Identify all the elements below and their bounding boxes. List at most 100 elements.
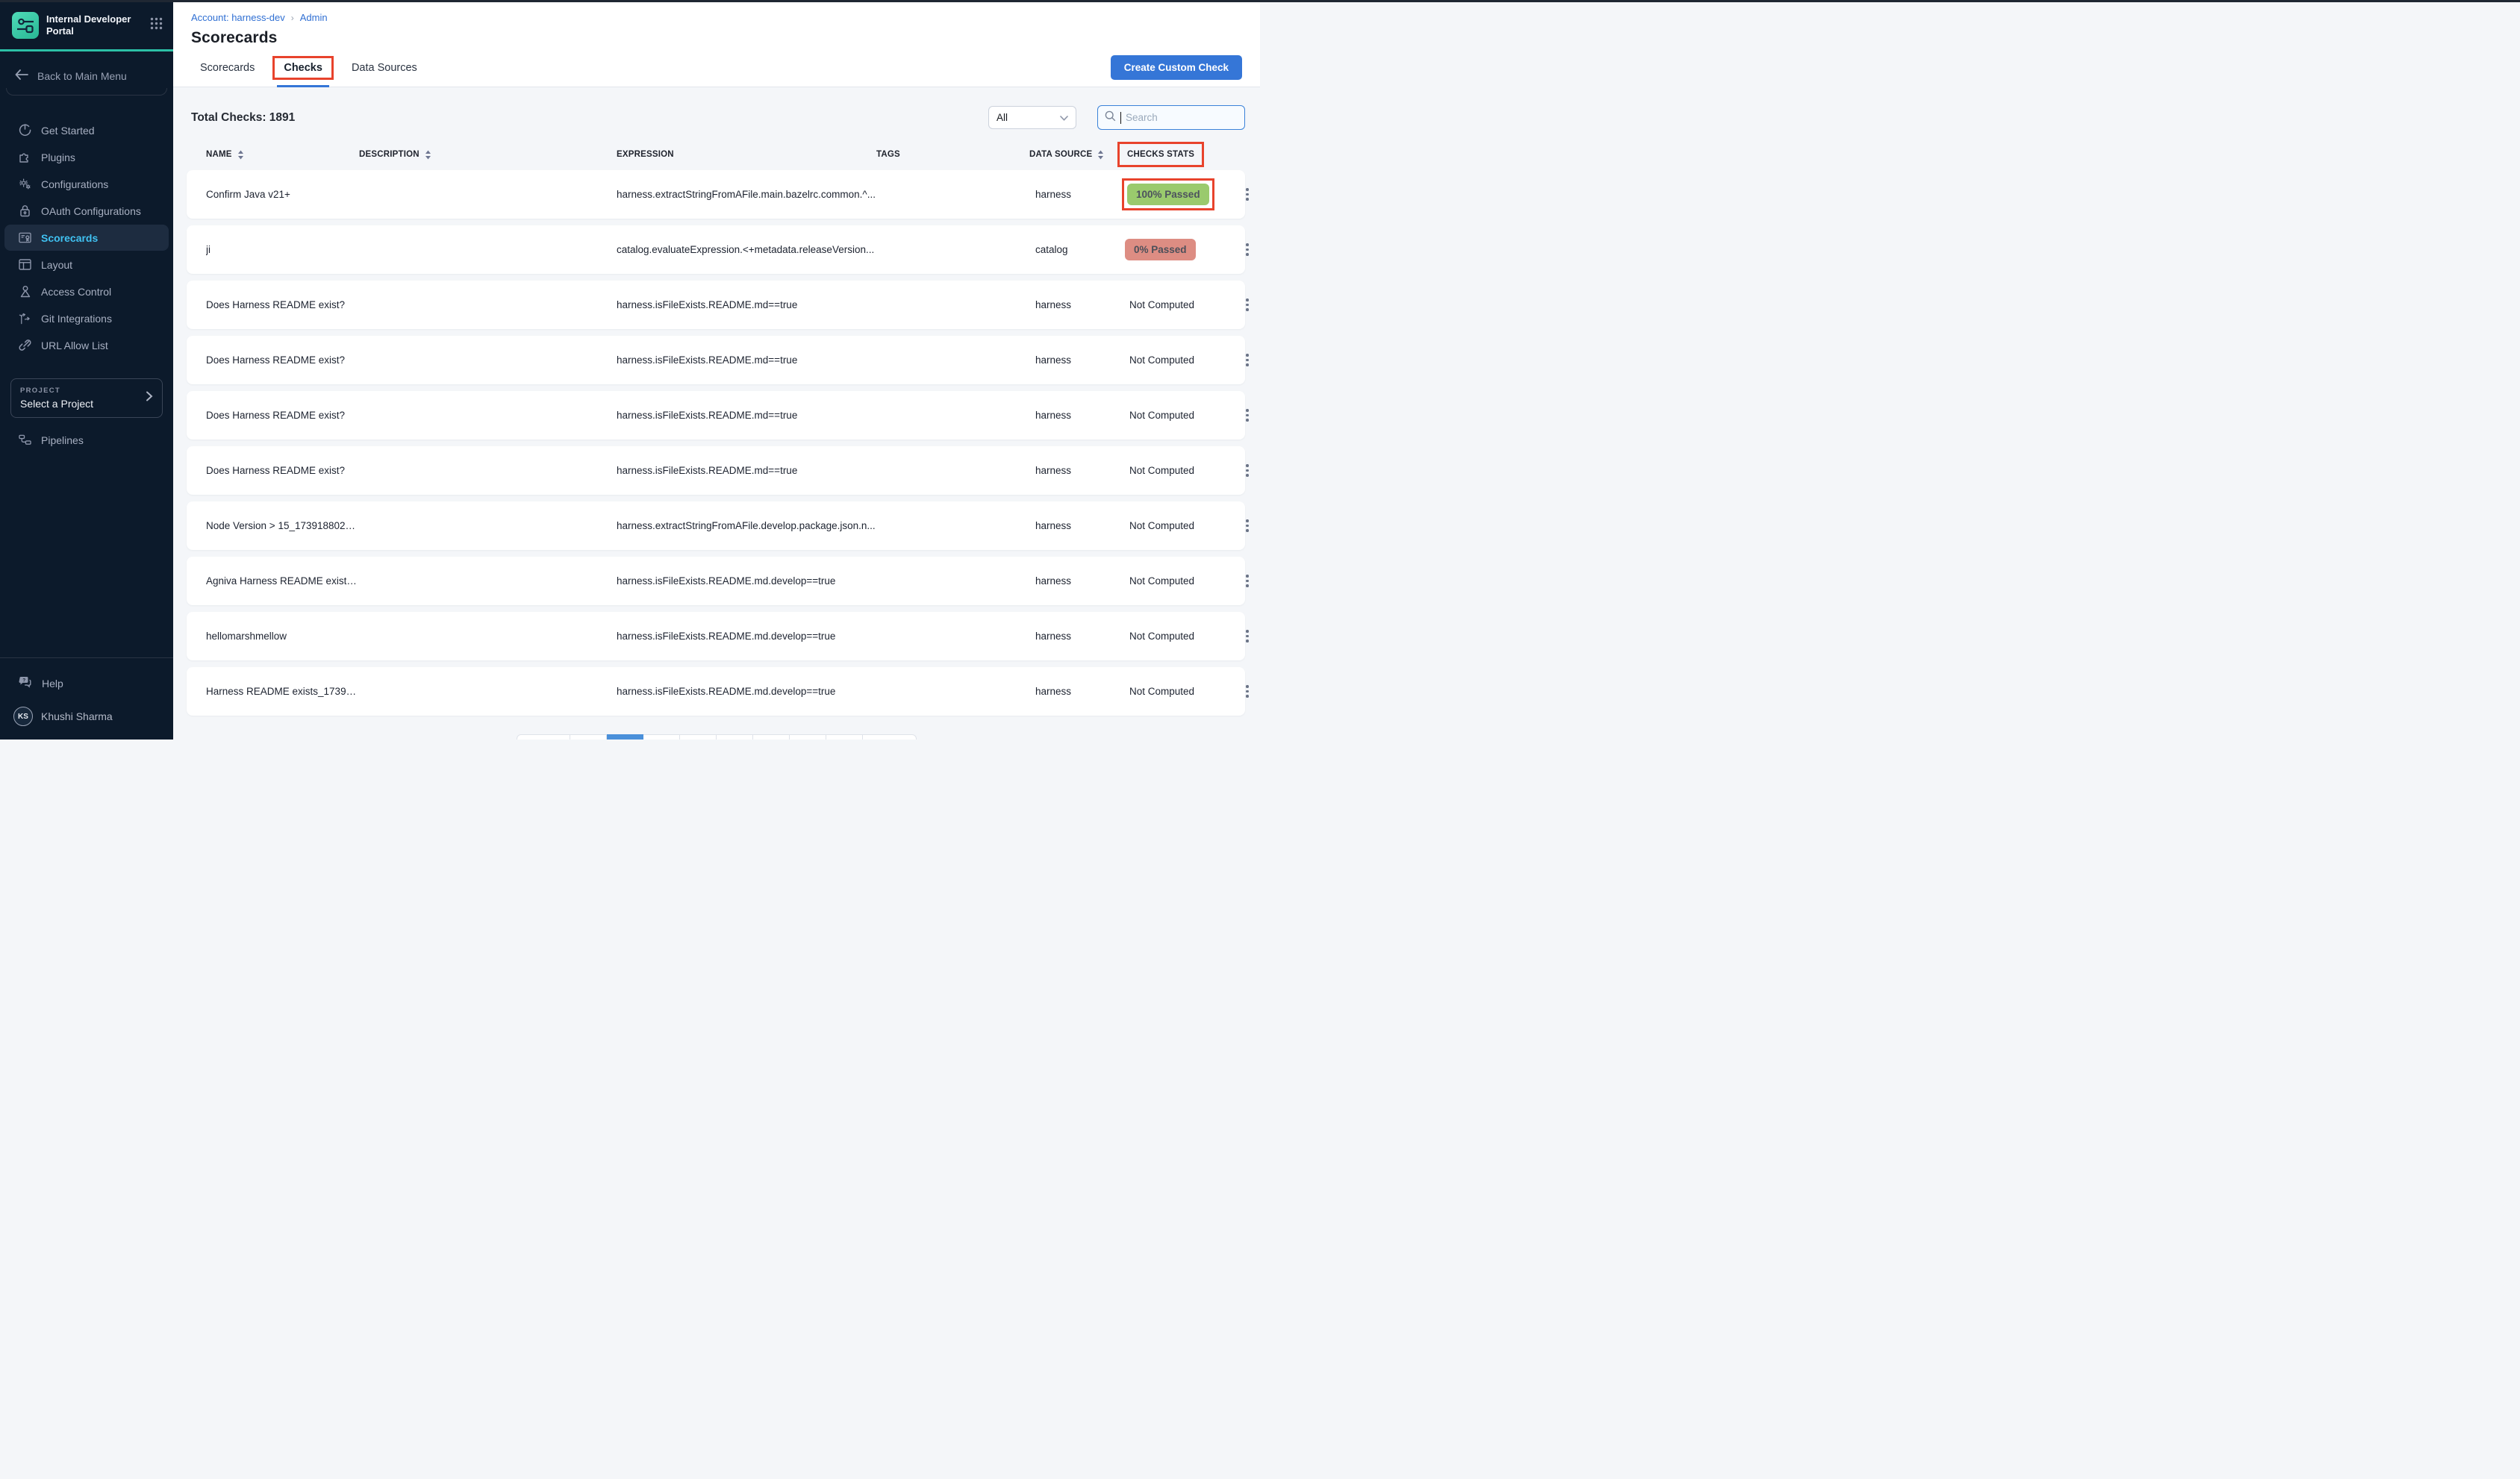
- kebab-menu-icon[interactable]: [1238, 239, 1256, 261]
- layout-icon: [19, 258, 31, 271]
- table-row[interactable]: hellomarshmellowharness.isFileExists.REA…: [187, 612, 1245, 660]
- cell-actions: [1238, 570, 1260, 592]
- cell-actions: [1238, 404, 1260, 427]
- user-menu[interactable]: KS Khushi Sharma: [0, 698, 173, 740]
- column-header-name: NAME: [206, 150, 359, 160]
- table-row[interactable]: Does Harness README exist?harness.isFile…: [187, 281, 1245, 329]
- main-area: Account: harness-dev › Admin Scorecards Sc…: [173, 0, 1260, 740]
- cell-expression: harness.isFileExists.README.md.develop==…: [617, 686, 876, 697]
- cell-data-source: harness: [1029, 686, 1125, 697]
- sidebar-item-access-control[interactable]: Access Control: [4, 278, 169, 304]
- page-button[interactable]: 8: [826, 734, 863, 740]
- help-chat-icon: ?: [19, 676, 32, 690]
- cell-name: Does Harness README exist?: [206, 354, 359, 366]
- page-button[interactable]: 1: [570, 734, 607, 740]
- sort-icon[interactable]: [425, 150, 431, 160]
- kebab-menu-icon[interactable]: [1238, 460, 1256, 482]
- idp-logo: [12, 12, 39, 39]
- cell-name: Agniva Harness README exists...: [206, 575, 359, 587]
- table-row[interactable]: Does Harness README exist?harness.isFile…: [187, 391, 1245, 440]
- sidebar-item-label: OAuth Configurations: [41, 205, 141, 217]
- page-button[interactable]: 3: [643, 734, 680, 740]
- cell-expression: catalog.evaluateExpression.<+metadata.re…: [617, 244, 876, 255]
- breadcrumb: Account: harness-dev › Admin: [191, 12, 1242, 23]
- app-switcher-icon[interactable]: [150, 17, 163, 34]
- page-button[interactable]: Next: [863, 734, 917, 740]
- kebab-menu-icon[interactable]: [1238, 570, 1256, 592]
- pipelines-icon: [19, 434, 31, 446]
- filter-dropdown[interactable]: All: [988, 106, 1076, 129]
- kebab-menu-icon[interactable]: [1238, 184, 1256, 206]
- table-row[interactable]: Agniva Harness README exists... harness.i…: [187, 557, 1245, 605]
- breadcrumb-link[interactable]: Account: harness-dev: [191, 12, 285, 23]
- window-top-edge: [0, 0, 2520, 2]
- column-header-checks-stats: CHECKS STATS: [1125, 148, 1238, 161]
- page-button[interactable]: 2: [607, 734, 643, 740]
- sidebar-item-get-started[interactable]: Get Started: [4, 117, 169, 143]
- kebab-menu-icon[interactable]: [1238, 349, 1256, 372]
- tab-data-sources[interactable]: Data Sources: [343, 49, 426, 87]
- sort-icon[interactable]: [1097, 150, 1104, 160]
- back-to-main-menu[interactable]: Back to Main Menu: [0, 51, 173, 88]
- table-row[interactable]: Node Version > 15_1739188021...harness.e…: [187, 501, 1245, 550]
- sidebar-item-label: Layout: [41, 259, 72, 271]
- table-row[interactable]: Harness README exists_173917...harness.i…: [187, 667, 1245, 716]
- kebab-menu-icon[interactable]: [1238, 681, 1256, 703]
- sidebar-item-configurations[interactable]: Configurations: [4, 171, 169, 197]
- cell-checks-stats: Not Computed: [1125, 465, 1238, 476]
- table-row[interactable]: Does Harness README exist?harness.isFile…: [187, 446, 1245, 495]
- sidebar-nav: Get StartedPlugins Configurations OAuth Co…: [0, 103, 173, 359]
- table-header-row: NAMEDESCRIPTIONEXPRESSIONTAGSDATA SOURCE…: [187, 140, 1245, 170]
- cell-name: Does Harness README exist?: [206, 299, 359, 310]
- table-row[interactable]: jicatalog.evaluateExpression.<+metadata.…: [187, 225, 1245, 274]
- breadcrumb-link[interactable]: Admin: [300, 12, 328, 23]
- tab-checks[interactable]: Checks: [269, 49, 337, 87]
- sidebar-item-label: Configurations: [41, 178, 108, 190]
- arrow-left-icon: [15, 69, 28, 82]
- sidebar-item-oauth-configurations[interactable]: OAuth Configurations: [4, 198, 169, 224]
- table-row[interactable]: Confirm Java v21+harness.extractStringFr…: [187, 170, 1245, 219]
- cell-name: Does Harness README exist?: [206, 410, 359, 421]
- tab-scorecards[interactable]: Scorecards: [191, 49, 263, 87]
- url-allow-list-icon: [19, 339, 31, 351]
- cell-checks-stats: Not Computed: [1125, 410, 1238, 421]
- cell-checks-stats: Not Computed: [1125, 575, 1238, 587]
- project-label: PROJECT: [20, 387, 146, 395]
- tab-label: Data Sources: [352, 62, 417, 74]
- kebab-menu-icon[interactable]: [1238, 515, 1256, 537]
- table-row[interactable]: Does Harness README exist?harness.isFile…: [187, 336, 1245, 384]
- sidebar-item-scorecards[interactable]: Scorecards: [4, 225, 169, 251]
- cell-expression: harness.isFileExists.README.md.develop==…: [617, 575, 876, 587]
- svg-text:?: ?: [22, 678, 25, 683]
- cell-name: Does Harness README exist?: [206, 465, 359, 476]
- page-button[interactable]: 6: [753, 734, 790, 740]
- column-header-tags: TAGS: [876, 150, 1029, 159]
- breadcrumb-separator-icon: ›: [291, 13, 294, 23]
- help-button[interactable]: ? Help: [0, 669, 173, 698]
- sidebar-bottom-divider: [0, 657, 173, 658]
- cell-data-source: catalog: [1029, 244, 1125, 255]
- create-custom-check-button[interactable]: Create Custom Check: [1111, 55, 1242, 80]
- oauth-icon: [19, 204, 31, 217]
- sidebar-item-url-allow-list[interactable]: URL Allow List: [4, 332, 169, 358]
- page-button[interactable]: 7: [790, 734, 826, 740]
- search-input[interactable]: [1126, 112, 1238, 123]
- total-checks-count: Total Checks: 1891: [191, 111, 295, 125]
- sidebar-item-plugins[interactable]: Plugins: [4, 144, 169, 170]
- annotation-box: 100% Passed: [1122, 178, 1214, 210]
- sidebar-item-git-integrations[interactable]: Git Integrations: [4, 305, 169, 331]
- sidebar-item-pipelines[interactable]: Pipelines: [4, 427, 169, 453]
- column-label-text: NAME: [206, 150, 232, 159]
- tab-bar: ScorecardsChecks Data Sources Create Cust…: [173, 49, 1260, 87]
- page-button[interactable]: 5: [717, 734, 753, 740]
- kebab-menu-icon[interactable]: [1238, 294, 1256, 316]
- cell-actions: [1238, 625, 1260, 648]
- kebab-menu-icon[interactable]: [1238, 625, 1256, 648]
- page-button[interactable]: Prev: [517, 734, 570, 740]
- project-selector[interactable]: PROJECT Select a Project: [10, 378, 163, 418]
- sort-icon[interactable]: [237, 150, 244, 160]
- page-button[interactable]: 4: [680, 734, 717, 740]
- sidebar-item-layout[interactable]: Layout: [4, 251, 169, 278]
- cell-checks-stats: Not Computed: [1125, 520, 1238, 531]
- kebab-menu-icon[interactable]: [1238, 404, 1256, 427]
